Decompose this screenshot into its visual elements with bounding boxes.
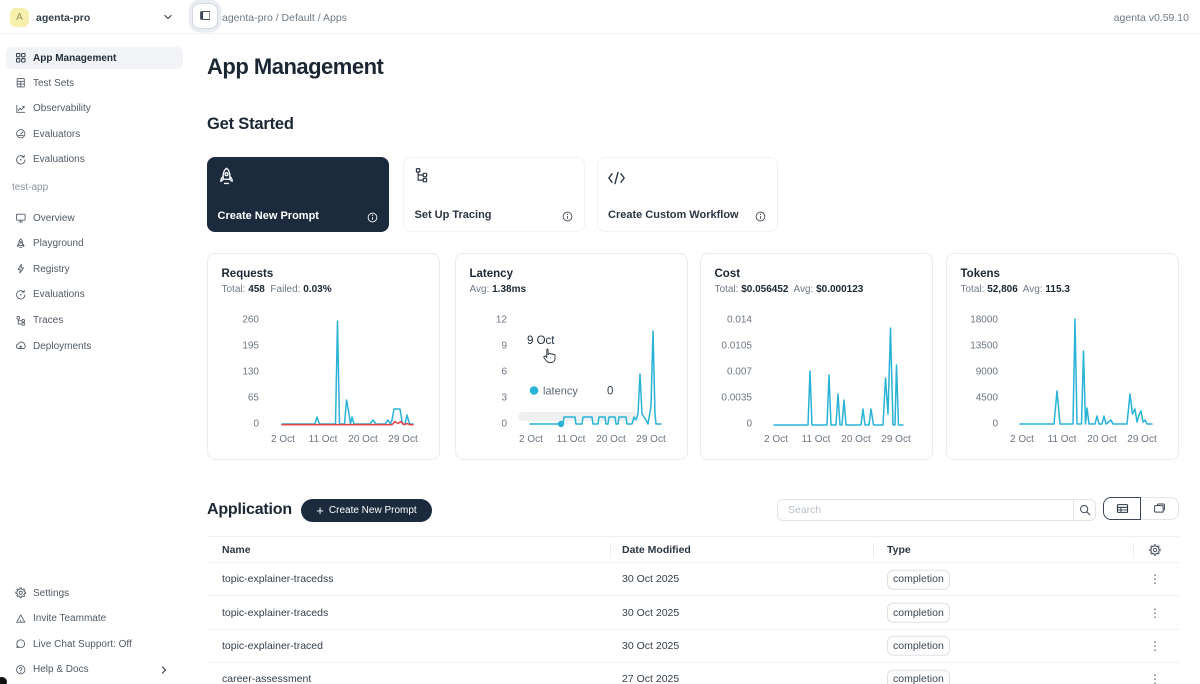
- svg-text:0.0105: 0.0105: [721, 341, 752, 352]
- svg-text:18000: 18000: [970, 315, 998, 326]
- svg-text:latency: latency: [543, 386, 578, 398]
- svg-text:0.014: 0.014: [727, 315, 752, 326]
- svg-text:2 Oct: 2 Oct: [1010, 434, 1034, 445]
- svg-text:9 Oct: 9 Oct: [527, 335, 555, 347]
- svg-text:20 Oct: 20 Oct: [841, 434, 871, 445]
- svg-text:20 Oct: 20 Oct: [348, 434, 378, 445]
- svg-text:29 Oct: 29 Oct: [636, 434, 666, 445]
- svg-text:20 Oct: 20 Oct: [596, 434, 626, 445]
- svg-text:130: 130: [242, 367, 259, 378]
- svg-text:11 Oct: 11 Oct: [309, 434, 338, 445]
- svg-text:11 Oct: 11 Oct: [557, 434, 586, 445]
- svg-text:11 Oct: 11 Oct: [802, 434, 831, 445]
- svg-text:260: 260: [242, 315, 259, 326]
- svg-text:2 Oct: 2 Oct: [271, 434, 295, 445]
- svg-text:29 Oct: 29 Oct: [388, 434, 418, 445]
- svg-text:29 Oct: 29 Oct: [881, 434, 911, 445]
- svg-text:9000: 9000: [976, 367, 999, 378]
- svg-text:11 Oct: 11 Oct: [1048, 434, 1077, 445]
- svg-text:29 Oct: 29 Oct: [1127, 434, 1157, 445]
- svg-text:20 Oct: 20 Oct: [1087, 434, 1117, 445]
- svg-text:3: 3: [501, 393, 507, 404]
- svg-text:9: 9: [501, 341, 507, 352]
- svg-text:13500: 13500: [970, 341, 998, 352]
- svg-text:2 Oct: 2 Oct: [764, 434, 788, 445]
- svg-text:4500: 4500: [976, 393, 999, 404]
- svg-text:0.007: 0.007: [727, 367, 752, 378]
- svg-text:0: 0: [607, 386, 613, 398]
- svg-text:0.0035: 0.0035: [721, 393, 752, 404]
- svg-text:2 Oct: 2 Oct: [519, 434, 543, 445]
- svg-text:195: 195: [242, 341, 259, 352]
- svg-text:0: 0: [253, 419, 259, 430]
- svg-text:0: 0: [746, 419, 752, 430]
- svg-text:65: 65: [248, 393, 260, 404]
- svg-text:0: 0: [992, 419, 998, 430]
- svg-text:12: 12: [496, 315, 508, 326]
- svg-text:0: 0: [501, 419, 507, 430]
- svg-text:6: 6: [501, 367, 507, 378]
